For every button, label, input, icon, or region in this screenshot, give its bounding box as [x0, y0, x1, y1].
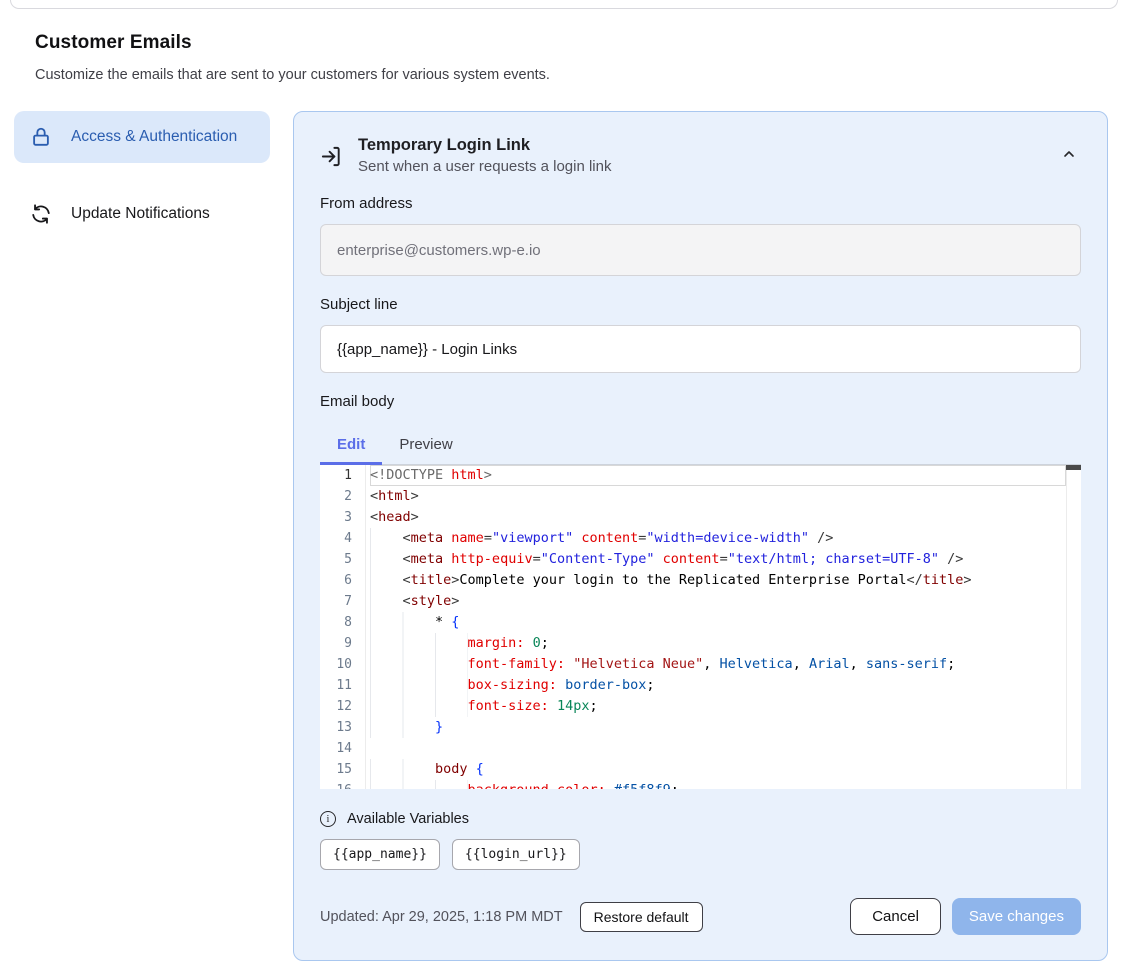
line-number-gutter: 12345678910111213141516 [320, 465, 366, 789]
variable-chips: {{app_name}} {{login_url}} [320, 839, 1081, 870]
indent-guides [370, 780, 468, 789]
panel-footer: Updated: Apr 29, 2025, 1:18 PM MDT Resto… [320, 898, 1081, 935]
sidebar: Access & Authentication Update Notificati… [14, 111, 270, 240]
available-variables-header: i Available Variables [320, 811, 1081, 827]
indent-guides [370, 633, 468, 654]
line-number: 2 [320, 486, 352, 507]
line-number: 15 [320, 759, 352, 780]
line-number: 7 [320, 591, 352, 612]
info-icon: i [320, 811, 336, 827]
cancel-button[interactable]: Cancel [850, 898, 941, 935]
tab-edit[interactable]: Edit [320, 426, 382, 465]
email-body-label: Email body [320, 393, 1081, 410]
panel-header-text: Temporary Login Link Sent when a user re… [358, 136, 611, 175]
line-number: 6 [320, 570, 352, 591]
line-number: 1 [320, 465, 352, 486]
tab-preview[interactable]: Preview [382, 426, 469, 465]
previous-card-bottom-edge [10, 0, 1118, 9]
line-number: 8 [320, 612, 352, 633]
line-number: 10 [320, 654, 352, 675]
collapse-panel-button[interactable] [1057, 142, 1081, 169]
variable-chip[interactable]: {{app_name}} [320, 839, 440, 870]
code-lines[interactable]: <!DOCTYPE html><html><head><meta name="v… [366, 465, 1066, 789]
panel-header: Temporary Login Link Sent when a user re… [320, 136, 1081, 175]
sidebar-item-access-authentication[interactable]: Access & Authentication [14, 111, 270, 163]
chevron-up-icon [1061, 146, 1077, 165]
indent-guides [370, 696, 468, 717]
from-address-input[interactable] [320, 224, 1081, 276]
subject-line-label: Subject line [320, 296, 1081, 313]
code-line[interactable]: <meta name="viewport" content="width=dev… [370, 528, 1066, 549]
code-line[interactable]: <!DOCTYPE html> [370, 465, 1066, 486]
editor-scrollbar[interactable] [1066, 465, 1081, 789]
indent-guides [370, 612, 435, 633]
code-editor[interactable]: 12345678910111213141516 <!DOCTYPE html><… [320, 465, 1081, 789]
subject-line-input[interactable] [320, 325, 1081, 373]
variable-chip[interactable]: {{login_url}} [452, 839, 580, 870]
sidebar-item-label: Access & Authentication [71, 128, 237, 146]
code-line[interactable]: * { [370, 612, 1066, 633]
footer-action-buttons: Cancel Save changes [850, 898, 1081, 935]
panel-title: Temporary Login Link [358, 136, 611, 155]
indent-guides [370, 675, 468, 696]
content-area: Access & Authentication Update Notificati… [14, 111, 1108, 961]
code-line[interactable]: <meta http-equiv="Content-Type" content=… [370, 549, 1066, 570]
email-body-tabs: EditPreview [320, 426, 1081, 465]
code-line[interactable]: <style> [370, 591, 1066, 612]
code-line[interactable]: background-color: #f5f8f9; [370, 780, 1066, 789]
scrollbar-thumb[interactable] [1066, 465, 1081, 470]
sidebar-item-update-notifications[interactable]: Update Notifications [14, 188, 270, 240]
save-changes-button[interactable]: Save changes [952, 898, 1081, 935]
sidebar-item-label: Update Notifications [71, 205, 210, 223]
line-number: 14 [320, 738, 352, 759]
line-number: 4 [320, 528, 352, 549]
indent-guides [370, 759, 435, 780]
line-number: 3 [320, 507, 352, 528]
line-number: 11 [320, 675, 352, 696]
code-line[interactable]: body { [370, 759, 1066, 780]
line-number: 16 [320, 780, 352, 789]
sync-icon [30, 203, 52, 225]
from-address-label: From address [320, 195, 1081, 212]
login-icon [320, 145, 343, 168]
code-line[interactable] [370, 738, 1066, 759]
indent-guides [370, 528, 403, 549]
line-number: 5 [320, 549, 352, 570]
code-line[interactable]: margin: 0; [370, 633, 1066, 654]
code-line[interactable]: } [370, 717, 1066, 738]
indent-guides [370, 654, 468, 675]
page-description: Customize the emails that are sent to yo… [35, 67, 1128, 83]
code-line[interactable]: font-family: "Helvetica Neue", Helvetica… [370, 654, 1066, 675]
line-number: 12 [320, 696, 352, 717]
code-line[interactable]: <html> [370, 486, 1066, 507]
code-line[interactable]: <head> [370, 507, 1066, 528]
updated-timestamp: Updated: Apr 29, 2025, 1:18 PM MDT [320, 909, 563, 925]
line-number: 13 [320, 717, 352, 738]
indent-guides [370, 549, 403, 570]
restore-default-button[interactable]: Restore default [580, 902, 703, 932]
code-line[interactable]: box-sizing: border-box; [370, 675, 1066, 696]
indent-guides [370, 717, 435, 738]
panel-subtitle: Sent when a user requests a login link [358, 158, 611, 175]
email-settings-panel: Temporary Login Link Sent when a user re… [293, 111, 1108, 961]
available-variables-label: Available Variables [347, 811, 469, 827]
indent-guides [370, 570, 403, 591]
indent-guides [370, 591, 403, 612]
lock-icon [30, 126, 52, 148]
code-line[interactable]: font-size: 14px; [370, 696, 1066, 717]
page-title: Customer Emails [35, 32, 1128, 54]
line-number: 9 [320, 633, 352, 654]
code-line[interactable]: <title>Complete your login to the Replic… [370, 570, 1066, 591]
